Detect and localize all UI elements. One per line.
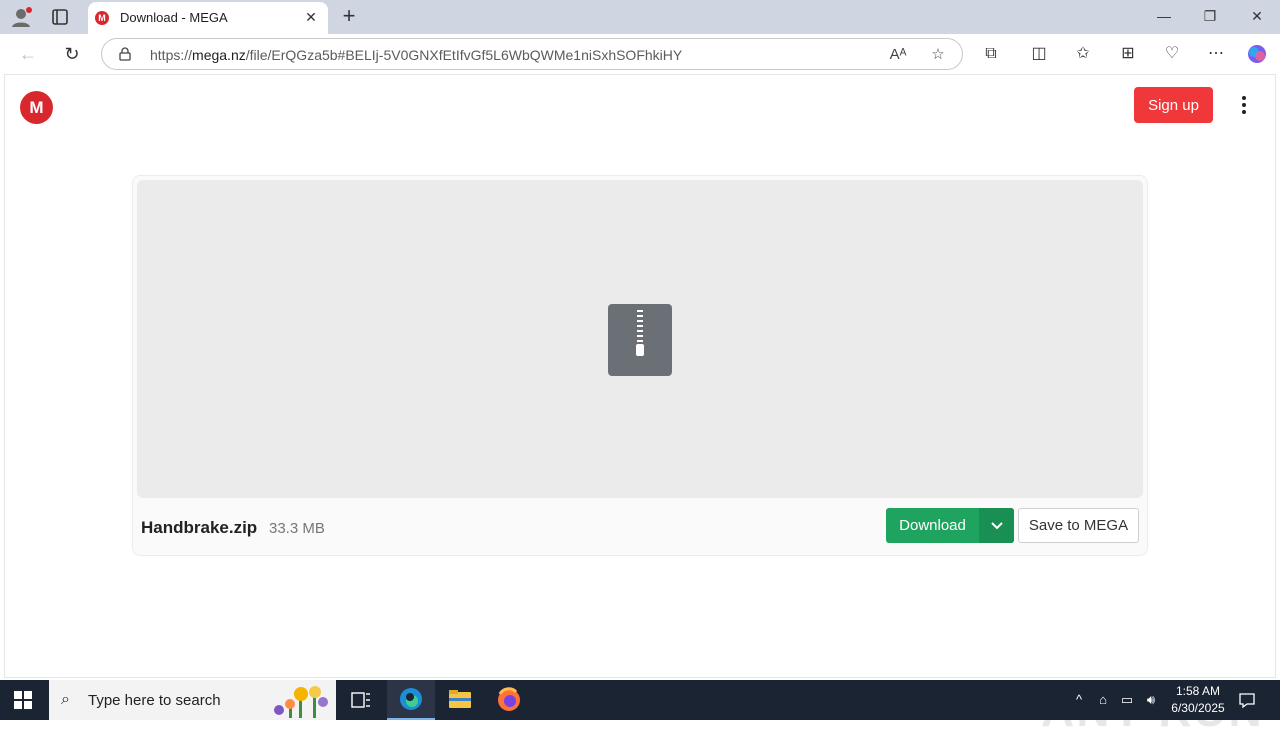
edge-browser-icon[interactable] bbox=[387, 680, 435, 720]
file-card: Handbrake.zip 33.3 MB Download Save to M… bbox=[132, 175, 1148, 556]
browser-toolbar: ← ↻ https://mega.nz/file/ErQGza5b#BELIj-… bbox=[0, 34, 1280, 74]
lock-icon[interactable] bbox=[118, 47, 132, 61]
file-name: Handbrake.zip bbox=[141, 518, 258, 537]
taskbar-search-box[interactable]: ⌕ Type here to search bbox=[49, 680, 336, 720]
file-preview bbox=[137, 180, 1143, 498]
sign-up-button[interactable]: Sign up bbox=[1134, 87, 1213, 123]
profile-icon[interactable] bbox=[10, 6, 32, 28]
clock-date: 6/30/2025 bbox=[1171, 701, 1225, 715]
page-content: M Sign up Handbrake.zip 33.3 MB Download… bbox=[4, 74, 1276, 736]
firefox-icon[interactable] bbox=[485, 680, 533, 720]
zip-file-icon bbox=[608, 304, 672, 376]
search-placeholder: Type here to search bbox=[88, 692, 221, 709]
mega-favicon-icon: M bbox=[95, 11, 109, 25]
search-icon: ⌕ bbox=[61, 691, 70, 708]
task-view-icon[interactable] bbox=[337, 680, 385, 720]
copilot-icon[interactable] bbox=[1246, 43, 1268, 65]
browser-essentials-icon[interactable]: ♡ bbox=[1161, 43, 1183, 65]
tab-download-mega[interactable]: M Download - MEGA ✕ bbox=[88, 2, 328, 34]
mega-logo[interactable]: M bbox=[20, 91, 53, 124]
file-size: 33.3 MB bbox=[269, 520, 325, 537]
close-window-icon[interactable]: ✕ bbox=[1246, 5, 1268, 27]
download-options-chevron-down-icon[interactable] bbox=[979, 508, 1014, 543]
download-button-group: Download bbox=[886, 508, 1014, 543]
network-icon[interactable]: ▭ bbox=[1119, 692, 1135, 708]
taskbar-clock[interactable]: 1:58 AM 6/30/2025 bbox=[1158, 683, 1238, 717]
new-tab-icon[interactable]: + bbox=[338, 5, 360, 27]
save-to-mega-button[interactable]: Save to MEGA bbox=[1018, 508, 1139, 543]
favorite-star-icon[interactable]: ☆ bbox=[928, 45, 948, 65]
more-menu-icon[interactable] bbox=[1234, 93, 1254, 117]
settings-more-icon[interactable]: ⋯ bbox=[1205, 43, 1227, 65]
browser-tabstrip: M Download - MEGA ✕ + — ❐ ✕ bbox=[0, 0, 1280, 34]
tab-actions-icon[interactable] bbox=[49, 6, 71, 28]
split-screen-icon[interactable]: ◫ bbox=[1028, 43, 1050, 65]
collections-icon[interactable]: ⊞ bbox=[1117, 43, 1139, 65]
refresh-icon[interactable]: ↻ bbox=[61, 43, 83, 65]
close-tab-icon[interactable]: ✕ bbox=[304, 10, 318, 24]
address-bar[interactable]: https://mega.nz/file/ErQGza5b#BELIj-5V0G… bbox=[101, 38, 963, 70]
download-button[interactable]: Download bbox=[886, 508, 979, 543]
file-explorer-icon[interactable] bbox=[436, 680, 484, 720]
favorites-icon[interactable]: ✩ bbox=[1072, 43, 1094, 65]
clock-time: 1:58 AM bbox=[1175, 684, 1221, 698]
url-text[interactable]: https://mega.nz/file/ErQGza5b#BELIj-5V0G… bbox=[150, 47, 682, 63]
volume-icon[interactable]: 🔊︎ bbox=[1143, 692, 1159, 708]
windows-start-icon[interactable] bbox=[14, 691, 32, 709]
read-aloud-icon[interactable]: Aᴬ bbox=[888, 45, 908, 65]
meet-now-icon[interactable]: ⌂ bbox=[1095, 692, 1111, 708]
restore-icon[interactable]: ❐ bbox=[1199, 5, 1221, 27]
flowers-decoration-icon bbox=[271, 682, 333, 718]
tab-title: Download - MEGA bbox=[120, 10, 228, 25]
back-icon[interactable]: ← bbox=[17, 43, 39, 65]
windows-taskbar: ⌕ Type here to search ^ ⌂ ▭ 🔊︎ 1:58 AM 6… bbox=[0, 680, 1280, 720]
show-hidden-icons-chevron-up-icon[interactable]: ^ bbox=[1071, 692, 1087, 708]
notifications-icon[interactable] bbox=[1238, 691, 1256, 709]
minimize-icon[interactable]: — bbox=[1153, 5, 1175, 27]
extensions-icon[interactable]: ⧉ bbox=[980, 43, 1002, 65]
